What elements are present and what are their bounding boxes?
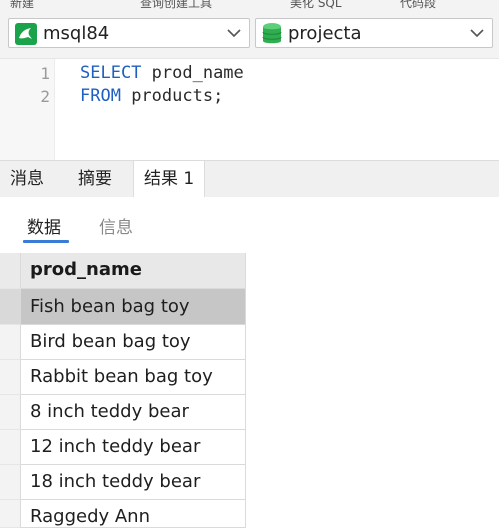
column-header-prod-name[interactable]: prod_name — [21, 253, 246, 289]
table-cell[interactable]: Fish bean bag toy — [21, 289, 246, 325]
tab-result-1[interactable]: 结果 1 — [133, 161, 206, 198]
row-handle[interactable] — [0, 325, 21, 360]
toolbar-query-builder-fragment[interactable]: 查询创建工具 — [140, 0, 212, 11]
subtab-data[interactable]: 数据 — [27, 213, 61, 238]
database-cylinder-icon — [261, 22, 283, 50]
table-cell[interactable]: Rabbit bean bag toy — [21, 360, 246, 395]
toolbar-new-fragment[interactable]: 新建 — [10, 0, 34, 11]
tab-messages[interactable]: 消息 — [0, 161, 54, 197]
result-subtabs: 数据 信息 — [0, 197, 499, 253]
connection-name: msql84 — [43, 23, 110, 44]
line-number-gutter: 1 2 — [0, 59, 55, 161]
sql-editor[interactable]: 1 2 SELECT prod_name FROM products; — [0, 58, 499, 161]
row-handle[interactable] — [0, 500, 21, 528]
result-tab-bar: 消息 摘要 结果 1 — [0, 160, 499, 198]
line-number: 2 — [40, 87, 50, 106]
row-handle[interactable] — [0, 465, 21, 500]
subtab-info[interactable]: 信息 — [99, 213, 133, 238]
table-cell[interactable]: 8 inch teddy bear — [21, 395, 246, 430]
sql-text: prod_name — [141, 63, 244, 83]
sql-keyword: SELECT — [80, 63, 142, 83]
code-line[interactable]: SELECT prod_name — [80, 63, 244, 83]
database-name: projecta — [288, 23, 362, 44]
row-handle[interactable] — [0, 360, 21, 395]
sql-keyword: FROM — [80, 86, 121, 106]
tab-summary[interactable]: 摘要 — [68, 161, 122, 197]
table-cell[interactable]: Raggedy Ann — [21, 500, 246, 528]
connection-selector-bar: msql84 projecta — [0, 12, 499, 58]
table-cell[interactable]: 18 inch teddy bear — [21, 465, 246, 500]
row-handle[interactable] — [0, 289, 21, 325]
chevron-down-icon[interactable] — [227, 28, 241, 38]
table-cell[interactable]: Bird bean bag toy — [21, 325, 246, 360]
row-handle[interactable] — [0, 430, 21, 465]
chevron-down-icon[interactable] — [470, 28, 484, 38]
result-grid: prod_name Fish bean bag toy Bird bean ba… — [0, 253, 499, 528]
code-line[interactable]: FROM products; — [80, 86, 223, 106]
toolbar-beautify-fragment[interactable]: 美化 SQL — [290, 0, 342, 11]
mysql-dolphin-icon — [15, 23, 37, 49]
active-subtab-indicator — [23, 240, 69, 243]
row-handle[interactable] — [0, 395, 21, 430]
line-number: 1 — [40, 64, 50, 83]
grid-corner[interactable] — [0, 253, 21, 289]
sql-text: products; — [120, 86, 224, 106]
database-select[interactable]: projecta — [255, 18, 493, 48]
connection-select[interactable]: msql84 — [8, 18, 250, 48]
toolbar-snippet-fragment[interactable]: 代码段 — [400, 0, 436, 11]
table-cell[interactable]: 12 inch teddy bear — [21, 430, 246, 465]
